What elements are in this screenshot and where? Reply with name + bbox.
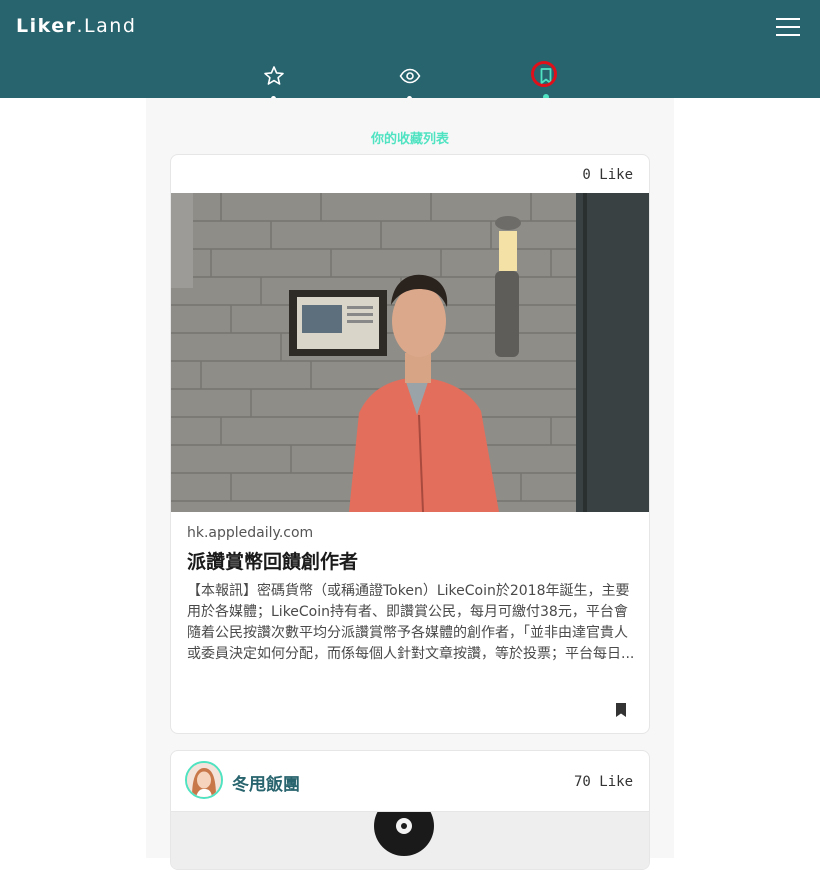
like-count: 0 Like [582, 167, 633, 183]
star-icon [264, 66, 284, 85]
article-description: 【本報訊】密碼貨幣（或稱通證Token）LikeCoin於2018年誕生，主要用… [187, 583, 635, 662]
active-tab-highlight-ring [531, 61, 557, 87]
liker-land-logo[interactable]: Liker.Land [16, 15, 136, 37]
bookmark-card[interactable]: 0 Like hk.appledaily.com 派讚賞幣回饋創作者 【本報訊】… [170, 154, 650, 734]
page-title: 你的收藏列表 [370, 132, 449, 147]
bookmark-filled-icon[interactable] [614, 702, 628, 722]
article-title[interactable]: 派讚賞幣回饋創作者 [187, 547, 358, 574]
tab-following[interactable] [262, 64, 286, 88]
eye-icon [399, 68, 421, 84]
article-domain: hk.appledaily.com [187, 525, 314, 541]
article-cover-image[interactable] [171, 796, 649, 869]
article-cover-image[interactable] [171, 193, 649, 512]
tab-explore[interactable] [398, 64, 422, 88]
hamburger-menu-icon[interactable] [776, 17, 800, 37]
man-in-red-jacket-photo [171, 193, 649, 512]
top-bar: Liker.Land [0, 0, 820, 101]
like-count: 70 Like [573, 774, 633, 790]
author-avatar[interactable] [185, 761, 223, 799]
author-name[interactable]: 冬甩飯團 [232, 770, 300, 795]
bookmark-card[interactable]: 冬甩飯團 70 Like [170, 750, 650, 870]
